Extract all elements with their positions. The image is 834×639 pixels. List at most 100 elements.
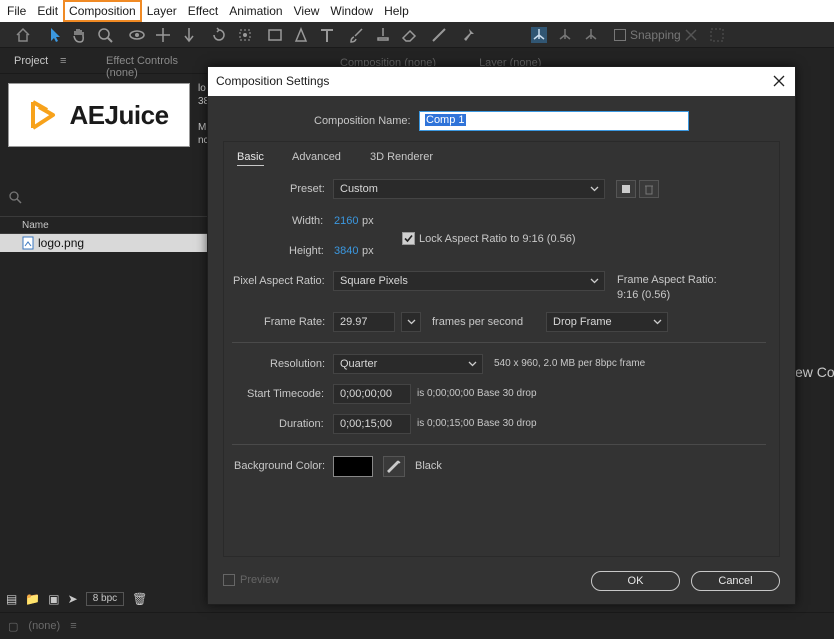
cancel-button[interactable]: Cancel bbox=[691, 571, 780, 591]
eraser-tool-icon[interactable] bbox=[400, 26, 418, 44]
save-preset-button[interactable] bbox=[616, 180, 636, 198]
panel-menu-icon[interactable]: ≡ bbox=[60, 55, 66, 67]
lock-aspect-checkbox[interactable] bbox=[402, 232, 415, 245]
project-item-row[interactable]: logo.png bbox=[0, 234, 208, 252]
chevron-down-icon bbox=[468, 361, 477, 367]
snap-grid-icon[interactable] bbox=[708, 26, 726, 44]
snapping-label: Snapping bbox=[630, 28, 681, 42]
pen-tool-icon[interactable] bbox=[292, 26, 310, 44]
divider bbox=[232, 444, 766, 445]
duration-label: Duration: bbox=[279, 418, 324, 430]
menu-help[interactable]: Help bbox=[379, 1, 414, 21]
snap-option-icon[interactable] bbox=[682, 26, 700, 44]
menu-effect[interactable]: Effect bbox=[183, 1, 223, 21]
tab-project[interactable]: Project bbox=[14, 55, 48, 67]
frame-aspect-label: Frame Aspect Ratio: bbox=[617, 274, 717, 286]
selection-tool-icon[interactable] bbox=[46, 26, 64, 44]
trash-icon[interactable]: 🗑 bbox=[132, 592, 147, 606]
tab-effect-controls[interactable]: Effect Controls (none) bbox=[106, 55, 208, 79]
bit-depth-button[interactable]: 8 bpc bbox=[85, 592, 125, 606]
new-folder-icon[interactable]: 📁 bbox=[25, 592, 40, 606]
fps-unit: frames per second bbox=[432, 316, 524, 328]
menu-bar: File Edit Composition Layer Effect Anima… bbox=[0, 0, 834, 22]
orbit-camera-icon[interactable] bbox=[128, 26, 146, 44]
clone-stamp-icon[interactable] bbox=[374, 26, 392, 44]
menu-composition[interactable]: Composition bbox=[63, 0, 142, 22]
tab-advanced[interactable]: Advanced bbox=[292, 151, 341, 163]
status-menu-icon[interactable]: ≡ bbox=[70, 620, 76, 632]
hand-tool-icon[interactable] bbox=[70, 26, 88, 44]
interpret-footage-icon[interactable]: ▤ bbox=[6, 592, 17, 606]
drop-frame-dropdown[interactable]: Drop Frame bbox=[546, 312, 668, 332]
menu-file[interactable]: File bbox=[2, 1, 31, 21]
snapping-toggle[interactable]: Snapping bbox=[614, 28, 681, 42]
trash-icon bbox=[645, 185, 653, 195]
menu-window[interactable]: Window bbox=[325, 1, 378, 21]
puppet-pin-icon[interactable] bbox=[460, 26, 478, 44]
height-value[interactable]: 3840 bbox=[334, 245, 358, 257]
local-axis-icon[interactable] bbox=[530, 26, 548, 44]
world-axis-icon[interactable] bbox=[556, 26, 574, 44]
dolly-camera-icon[interactable] bbox=[180, 26, 198, 44]
close-icon[interactable] bbox=[771, 73, 787, 89]
frame-aspect-value: 9:16 (0.56) bbox=[617, 289, 671, 301]
rotate-tool-icon[interactable] bbox=[210, 26, 228, 44]
tab-basic[interactable]: Basic bbox=[237, 151, 264, 166]
height-unit: px bbox=[362, 245, 374, 257]
pan-camera-icon[interactable] bbox=[154, 26, 172, 44]
rectangle-tool-icon[interactable] bbox=[266, 26, 284, 44]
menu-layer[interactable]: Layer bbox=[142, 1, 182, 21]
preview-checkbox[interactable] bbox=[223, 574, 235, 586]
snapping-checkbox[interactable] bbox=[614, 29, 626, 41]
image-file-icon bbox=[22, 236, 34, 250]
start-timecode-info: is 0;00;00;00 Base 30 drop bbox=[417, 388, 537, 399]
width-value[interactable]: 2160 bbox=[334, 215, 358, 227]
lock-aspect-label[interactable]: Lock Aspect Ratio to 9:16 (0.56) bbox=[419, 233, 576, 245]
menu-animation[interactable]: Animation bbox=[224, 1, 287, 21]
height-label: Height: bbox=[289, 245, 324, 257]
search-icon bbox=[9, 191, 22, 204]
duration-input[interactable]: 0;00;15;00 bbox=[333, 414, 411, 434]
resolution-info: 540 x 960, 2.0 MB per 8bpc frame bbox=[494, 358, 646, 369]
start-timecode-label: Start Timecode: bbox=[247, 388, 325, 400]
column-header-name[interactable]: Name bbox=[0, 216, 208, 234]
new-composition-icon[interactable]: ▣ bbox=[48, 592, 59, 606]
chevron-down-icon bbox=[590, 278, 599, 284]
pixel-aspect-dropdown[interactable]: Square Pixels bbox=[333, 271, 605, 291]
new-composition-hint[interactable]: ew Co bbox=[795, 364, 834, 380]
delete-preset-button[interactable] bbox=[639, 180, 659, 198]
eyedropper-icon bbox=[387, 460, 401, 473]
ok-button[interactable]: OK bbox=[591, 571, 680, 591]
brush-tool-icon[interactable] bbox=[348, 26, 366, 44]
frame-rate-input[interactable]: 29.97 bbox=[333, 312, 395, 332]
render-queue-icon[interactable]: ▢ bbox=[8, 620, 18, 633]
resolution-dropdown[interactable]: Quarter bbox=[333, 354, 483, 374]
frame-rate-label: Frame Rate: bbox=[264, 316, 326, 328]
type-tool-icon[interactable] bbox=[318, 26, 336, 44]
view-axis-icon[interactable] bbox=[582, 26, 600, 44]
menu-view[interactable]: View bbox=[289, 1, 325, 21]
roto-brush-icon[interactable] bbox=[430, 26, 448, 44]
comp-name-label: Composition Name: bbox=[314, 115, 411, 127]
asset-thumbnail: AEJuice bbox=[8, 83, 190, 147]
composition-viewer-panel bbox=[795, 50, 834, 610]
project-settings-icon[interactable]: ➤ bbox=[68, 592, 78, 606]
project-panel-tabs: Project ≡ Effect Controls (none) bbox=[0, 50, 208, 79]
zoom-tool-icon[interactable] bbox=[96, 26, 114, 44]
resolution-value: Quarter bbox=[340, 358, 378, 370]
start-timecode-input[interactable]: 0;00;00;00 bbox=[333, 384, 411, 404]
preset-dropdown[interactable]: Custom bbox=[333, 179, 605, 199]
project-bottom-toolbar: ▤ 📁 ▣ ➤ 8 bpc 🗑 bbox=[0, 588, 208, 610]
anchor-tool-icon[interactable] bbox=[236, 26, 254, 44]
project-search-input[interactable] bbox=[8, 190, 204, 208]
eyedropper-button[interactable] bbox=[383, 456, 405, 477]
duration-info: is 0;00;15;00 Base 30 drop bbox=[417, 418, 537, 429]
tab-3d-renderer[interactable]: 3D Renderer bbox=[370, 151, 433, 163]
frame-rate-dropdown[interactable] bbox=[401, 312, 421, 332]
dialog-titlebar: Composition Settings bbox=[208, 67, 795, 96]
comp-name-input[interactable]: Comp 1 bbox=[419, 111, 689, 131]
home-icon[interactable] bbox=[14, 26, 32, 44]
bg-color-swatch[interactable] bbox=[333, 456, 373, 477]
asset-meta-name: lo bbox=[198, 83, 206, 94]
menu-edit[interactable]: Edit bbox=[32, 1, 63, 21]
